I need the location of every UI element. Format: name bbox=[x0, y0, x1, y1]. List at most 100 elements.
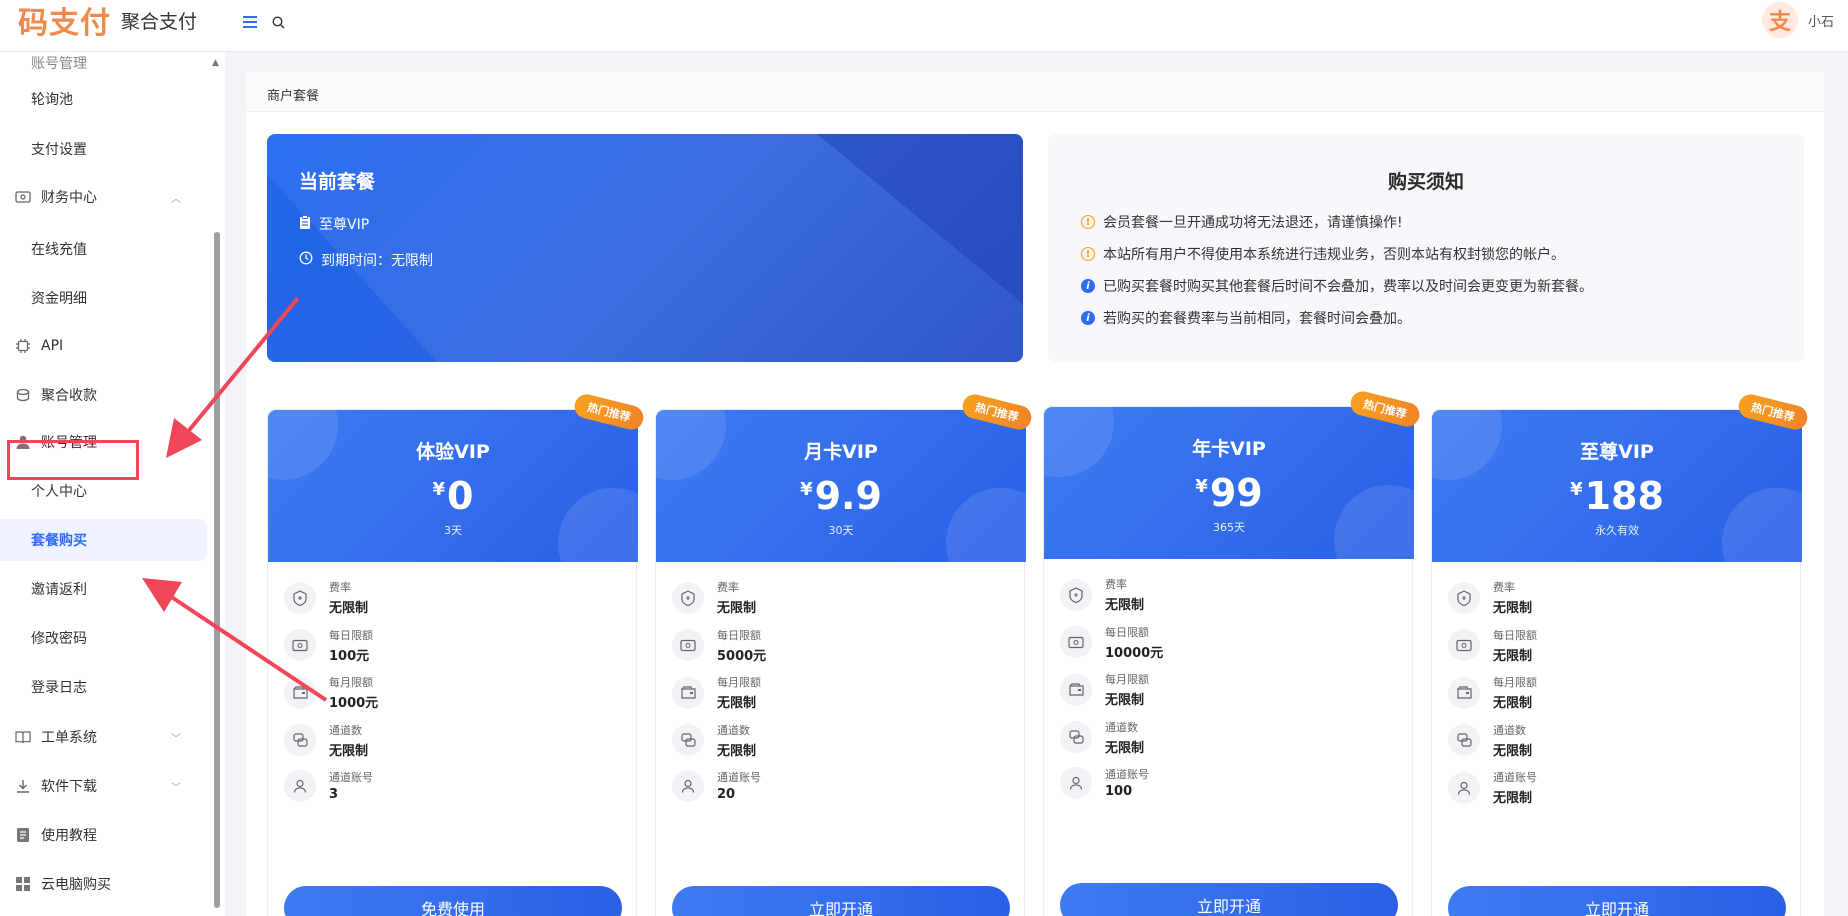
fee-icon bbox=[1060, 578, 1092, 611]
feature-value: 无限制 bbox=[1105, 740, 1145, 756]
buy-button[interactable]: 立即开通 bbox=[1060, 883, 1398, 916]
logo[interactable]: 码支付 聚合支付 bbox=[18, 0, 198, 41]
purchase-notice-card: 购买须知 ! 会员套餐一旦开通成功将无法退还，请谨慎操作! ! 本站所有用户不得使用… bbox=[1048, 134, 1804, 362]
feature-label: 通道账号 bbox=[1493, 771, 1537, 784]
sidebar-item-polling[interactable]: 轮询池 bbox=[0, 78, 207, 120]
user-menu[interactable]: 支 小石 bbox=[1761, 2, 1834, 38]
plan-card-header: 至尊VIP ¥188 永久有效 bbox=[1432, 410, 1802, 562]
notice-title: 购买须知 bbox=[1387, 171, 1464, 193]
sidebar-item-collect[interactable]: 聚合收款 bbox=[0, 374, 207, 416]
sidebar-item-label: 工单系统 bbox=[41, 730, 97, 746]
sidebar-item-referral[interactable]: 邀请返利 bbox=[0, 568, 207, 610]
plan-feature: 通道数 无限制 bbox=[1448, 722, 1532, 759]
plan-feature: 通道数 无限制 bbox=[284, 722, 368, 759]
fee-icon bbox=[284, 581, 316, 614]
feature-value: 20 bbox=[717, 787, 736, 802]
feature-value: 无限制 bbox=[1493, 648, 1533, 664]
plan-feature: 通道账号 20 bbox=[672, 769, 761, 802]
top-header: 码支付 聚合支付 支 小石 bbox=[0, 0, 1848, 52]
feature-value: 无限制 bbox=[1493, 791, 1533, 806]
sidebar-item-recharge[interactable]: 在线充值 bbox=[0, 228, 207, 270]
sidebar-item-label: 修改密码 bbox=[31, 631, 87, 647]
feature-label: 费率 bbox=[1493, 581, 1515, 594]
main-panel: 商户套餐 当前套餐 至尊VIP 到期时间：无限制 购买须知 ! 会员套餐一旦开通成… bbox=[246, 72, 1824, 916]
plan-price: ¥99 bbox=[1044, 471, 1414, 515]
sidebar-scrollbar-thumb[interactable] bbox=[214, 232, 220, 908]
clipboard-icon bbox=[299, 215, 311, 233]
finance-icon bbox=[14, 188, 32, 206]
plan-duration: 30天 bbox=[828, 524, 854, 537]
scroll-up-arrow-icon[interactable]: ▲ bbox=[212, 58, 219, 68]
feature-label: 通道数 bbox=[1105, 720, 1138, 734]
feature-label: 每月限额 bbox=[1105, 673, 1149, 686]
plan-feature: 通道账号 无限制 bbox=[1448, 769, 1537, 806]
sidebar-item-tutorial[interactable]: 使用教程 bbox=[0, 814, 207, 856]
chevron-down-icon: ﹀ bbox=[171, 783, 181, 794]
sidebar-item-change-password[interactable]: 修改密码 bbox=[0, 617, 207, 659]
feature-label: 费率 bbox=[717, 581, 739, 594]
sidebar-item-label: 套餐购买 bbox=[31, 533, 87, 549]
feature-label: 每日限额 bbox=[1493, 628, 1537, 642]
plan-feature: 通道数 无限制 bbox=[672, 722, 756, 759]
feature-label: 通道账号 bbox=[329, 771, 373, 784]
sidebar-item-label: 支付设置 bbox=[31, 142, 87, 158]
channel-account-icon bbox=[1448, 771, 1480, 804]
sidebar-item-label: 使用教程 bbox=[41, 828, 97, 844]
feature-value: 5000元 bbox=[717, 648, 767, 664]
info-icon: i bbox=[1081, 279, 1095, 293]
feature-value: 无限制 bbox=[329, 601, 369, 616]
book-icon bbox=[14, 728, 32, 746]
channel-icon bbox=[1448, 724, 1480, 756]
feature-value: 无限制 bbox=[717, 743, 757, 759]
feature-value: 无限制 bbox=[1493, 696, 1533, 711]
chevron-down-icon: ﹀ bbox=[171, 734, 181, 745]
plan-card-header: 体验VIP ¥0 3天 bbox=[268, 410, 638, 562]
sidebar-item-label: 聚合收款 bbox=[41, 388, 97, 404]
plan-feature: 每日限额 无限制 bbox=[1448, 627, 1537, 664]
notice-item: i 若购买的套餐费率与当前相同，套餐时间会叠加。 bbox=[1081, 308, 1411, 328]
feature-value: 1000元 bbox=[329, 696, 379, 711]
warning-icon: ! bbox=[1081, 247, 1095, 261]
sidebar-item-label: 财务中心 bbox=[41, 190, 97, 206]
price-value: 99 bbox=[1209, 471, 1263, 515]
price-value: 188 bbox=[1584, 474, 1664, 518]
sidebar-item-download[interactable]: 软件下载 ﹀ bbox=[0, 765, 207, 807]
avatar: 支 bbox=[1761, 2, 1798, 38]
channel-account-icon bbox=[672, 769, 704, 802]
annotation-highlight-box bbox=[7, 440, 139, 480]
current-plan-name-row: 至尊VIP bbox=[299, 214, 369, 234]
price-value: 0 bbox=[447, 474, 474, 518]
plan-feature: 每月限额 无限制 bbox=[1448, 674, 1537, 711]
sidebar-item-tickets[interactable]: 工单系统 ﹀ bbox=[0, 716, 207, 758]
feature-value: 无限制 bbox=[717, 696, 757, 711]
feature-label: 通道账号 bbox=[717, 771, 761, 784]
sidebar-item-api[interactable]: API bbox=[0, 325, 207, 367]
channel-account-icon bbox=[284, 769, 316, 802]
sidebar-item-plan-purchase[interactable]: 套餐购买 bbox=[0, 519, 207, 561]
logo-text: 聚合支付 bbox=[121, 10, 198, 33]
sidebar-item-login-log[interactable]: 登录日志 bbox=[0, 666, 207, 708]
search-icon[interactable] bbox=[272, 15, 285, 33]
plan-feature: 每日限额 100元 bbox=[284, 627, 373, 664]
feature-label: 每月限额 bbox=[329, 676, 373, 689]
buy-button[interactable]: 立即开通 bbox=[1448, 886, 1786, 916]
buy-button[interactable]: 立即开通 bbox=[672, 886, 1010, 916]
menu-icon[interactable] bbox=[243, 14, 257, 32]
plan-feature: 费率 无限制 bbox=[284, 579, 368, 616]
sidebar-item-label: 登录日志 bbox=[31, 680, 87, 696]
buy-button[interactable]: 免费使用 bbox=[284, 886, 622, 916]
feature-value: 无限制 bbox=[717, 601, 757, 616]
feature-value: 无限制 bbox=[1105, 693, 1145, 708]
notice-text: 本站所有用户不得使用本系统进行违规业务，否则本站有权封锁您的帐户。 bbox=[1103, 247, 1565, 263]
sidebar-item-funds[interactable]: 资金明细 bbox=[0, 277, 207, 319]
sidebar-item-label: 邀请返利 bbox=[31, 582, 87, 598]
username: 小石 bbox=[1807, 14, 1834, 30]
notice-text: 已购买套餐时购买其他套餐后时间不会叠加，费率以及时间会更变更为新套餐。 bbox=[1103, 279, 1593, 295]
sidebar-item-pay-settings[interactable]: 支付设置 bbox=[0, 128, 207, 170]
sidebar-item-cloud-pc[interactable]: 云电脑购买 bbox=[0, 863, 207, 905]
fee-icon bbox=[672, 581, 704, 614]
daily-limit-icon bbox=[1448, 629, 1480, 661]
sidebar-item-finance[interactable]: 财务中心 ︿ bbox=[0, 176, 207, 218]
plan-feature: 费率 无限制 bbox=[672, 579, 756, 616]
notice-item: ! 本站所有用户不得使用本系统进行违规业务，否则本站有权封锁您的帐户。 bbox=[1081, 244, 1565, 264]
